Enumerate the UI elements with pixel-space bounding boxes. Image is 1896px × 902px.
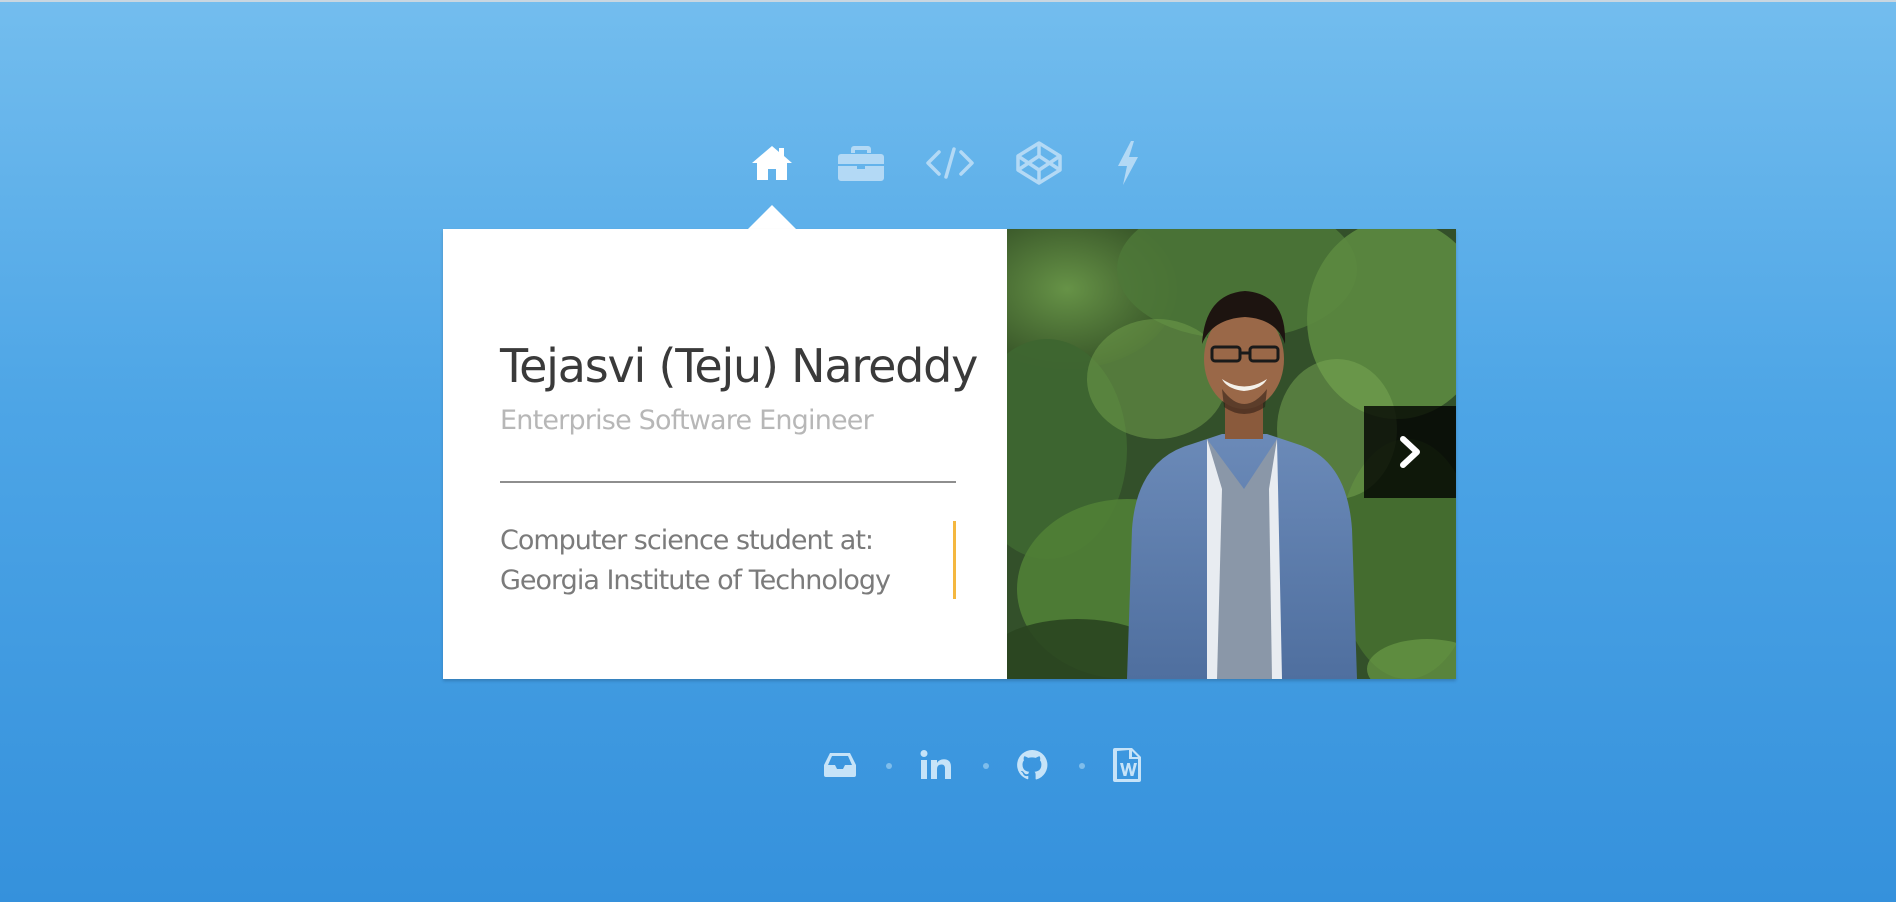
separator-dot bbox=[886, 763, 892, 769]
profile-title: Enterprise Software Engineer bbox=[500, 405, 874, 436]
top-border bbox=[0, 0, 1896, 2]
social-github[interactable] bbox=[1010, 745, 1054, 785]
nav-home[interactable] bbox=[744, 138, 800, 188]
inbox-icon bbox=[824, 753, 856, 777]
nav-code[interactable] bbox=[922, 138, 978, 188]
home-icon bbox=[752, 146, 792, 180]
lightning-icon bbox=[1118, 141, 1138, 185]
code-icon bbox=[926, 147, 974, 179]
bio-accent-bar bbox=[953, 521, 956, 599]
nav-work[interactable] bbox=[833, 138, 889, 188]
bio-line-2: Georgia Institute of Technology bbox=[500, 565, 891, 596]
profile-bio: Computer science student at: Georgia Ins… bbox=[500, 521, 920, 601]
chevron-right-icon bbox=[1400, 436, 1420, 468]
bio-line-1: Computer science student at: bbox=[500, 525, 874, 556]
social-resume[interactable] bbox=[1105, 745, 1149, 785]
codepen-icon bbox=[1016, 141, 1062, 185]
next-photo-button[interactable] bbox=[1364, 406, 1456, 498]
word-document-icon bbox=[1113, 748, 1141, 782]
active-tab-pointer bbox=[747, 205, 797, 230]
github-icon bbox=[1017, 749, 1048, 780]
social-email[interactable] bbox=[818, 745, 862, 785]
linkedin-icon bbox=[920, 750, 951, 779]
nav-codepen[interactable] bbox=[1011, 138, 1067, 188]
social-linkedin[interactable] bbox=[914, 745, 958, 785]
profile-info: Tejasvi (Teju) Nareddy Enterprise Softwa… bbox=[443, 229, 1007, 679]
divider bbox=[500, 481, 956, 483]
profile-photo bbox=[1007, 229, 1456, 679]
separator-dot bbox=[1079, 763, 1085, 769]
nav-projects[interactable] bbox=[1100, 138, 1156, 188]
profile-name: Tejasvi (Teju) Nareddy bbox=[500, 339, 978, 393]
separator-dot bbox=[983, 763, 989, 769]
briefcase-icon bbox=[838, 146, 884, 181]
profile-card: Tejasvi (Teju) Nareddy Enterprise Softwa… bbox=[443, 229, 1456, 679]
